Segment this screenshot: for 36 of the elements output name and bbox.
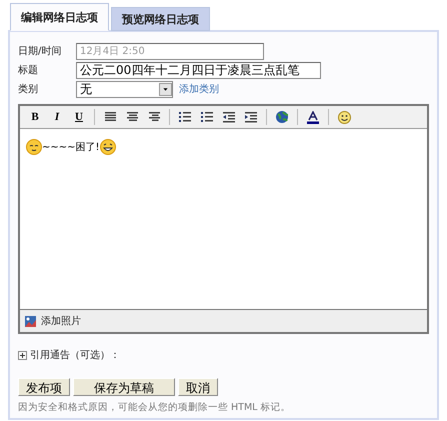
ordered-list-icon	[179, 112, 191, 122]
italic-button[interactable]: I	[48, 108, 66, 126]
bullet-list-icon	[201, 112, 213, 122]
field-label: 类别	[18, 82, 39, 96]
category-select[interactable]: 无	[76, 80, 173, 98]
form-button[interactable]: 取消	[178, 378, 218, 396]
align-center-icon	[126, 112, 138, 122]
font-color-icon	[307, 110, 319, 124]
globe-icon	[275, 110, 289, 124]
add-category-link[interactable]: 添加类别	[179, 82, 219, 96]
editor-content[interactable]: ~~~~困了!	[20, 129, 427, 309]
add-photo-button[interactable]: 添加照片	[41, 314, 81, 328]
html-note: 因为安全和格式原因，可能会从您的项删除一些 HTML 标记。	[18, 401, 292, 414]
editor-text: ~~~~困了!	[42, 141, 100, 155]
form-button[interactable]: 保存为草稿	[73, 378, 175, 396]
bold-button[interactable]: B	[26, 108, 44, 126]
field-label: 标题	[18, 64, 39, 77]
form-button[interactable]: 发布项	[18, 378, 70, 396]
tab[interactable]: 编辑网络日志项	[10, 3, 109, 31]
title-field[interactable]: 公元二00四年十二月四日于凌晨三点乱笔	[76, 62, 321, 78]
smiley-icon	[338, 110, 350, 124]
tab[interactable]: 预览网络日志项	[111, 7, 210, 31]
sleepy-face-icon	[26, 139, 42, 155]
expand-toggle-icon[interactable]	[18, 350, 27, 360]
field-label: 日期/时间	[18, 44, 62, 58]
photo-icon	[25, 316, 36, 326]
toolbar-button[interactable]	[273, 108, 291, 126]
indent-icon	[245, 112, 257, 122]
trackback-label: 引用通告（可选）：	[30, 348, 120, 362]
underline-button[interactable]: U	[70, 108, 88, 126]
outdent-icon	[223, 112, 235, 122]
toolbar-button[interactable]	[304, 108, 322, 126]
align-left-icon	[104, 112, 116, 122]
toolbar-button[interactable]	[335, 108, 353, 126]
align-right-icon	[148, 112, 160, 122]
grin-face-icon	[100, 139, 116, 155]
